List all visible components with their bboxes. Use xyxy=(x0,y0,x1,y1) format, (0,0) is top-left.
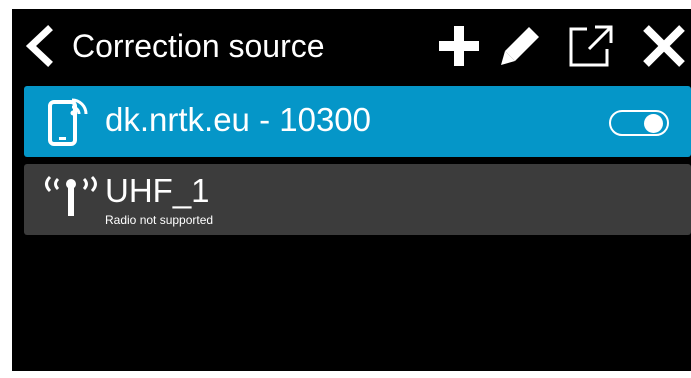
page-title: Correction source xyxy=(72,28,325,64)
source-name: UHF_1 xyxy=(105,172,210,209)
close-icon xyxy=(643,25,685,67)
toggle-knob xyxy=(644,114,663,133)
source-status: Radio not supported xyxy=(105,213,214,227)
pencil-icon xyxy=(501,27,539,65)
source-enabled-toggle[interactable] xyxy=(609,110,669,136)
source-row-uhf[interactable]: UHF_1 Radio not supported xyxy=(24,164,691,235)
source-row-ntrip[interactable]: dk.nrtk.eu - 10300 xyxy=(24,86,691,157)
open-external-button[interactable] xyxy=(567,23,615,69)
source-name: dk.nrtk.eu - 10300 xyxy=(105,101,371,138)
external-link-icon xyxy=(569,25,613,67)
correction-source-screen: Correction source dk.nrtk.eu - 10300 UHF… xyxy=(12,9,691,371)
radio-antenna-icon xyxy=(38,171,104,219)
add-button[interactable] xyxy=(436,23,482,69)
edit-button[interactable] xyxy=(499,23,543,69)
header-bar: Correction source xyxy=(12,9,691,83)
plus-icon xyxy=(439,26,479,66)
chevron-left-icon xyxy=(25,25,53,67)
close-button[interactable] xyxy=(641,23,687,69)
mobile-signal-icon xyxy=(46,96,90,148)
back-button[interactable] xyxy=(20,25,60,67)
